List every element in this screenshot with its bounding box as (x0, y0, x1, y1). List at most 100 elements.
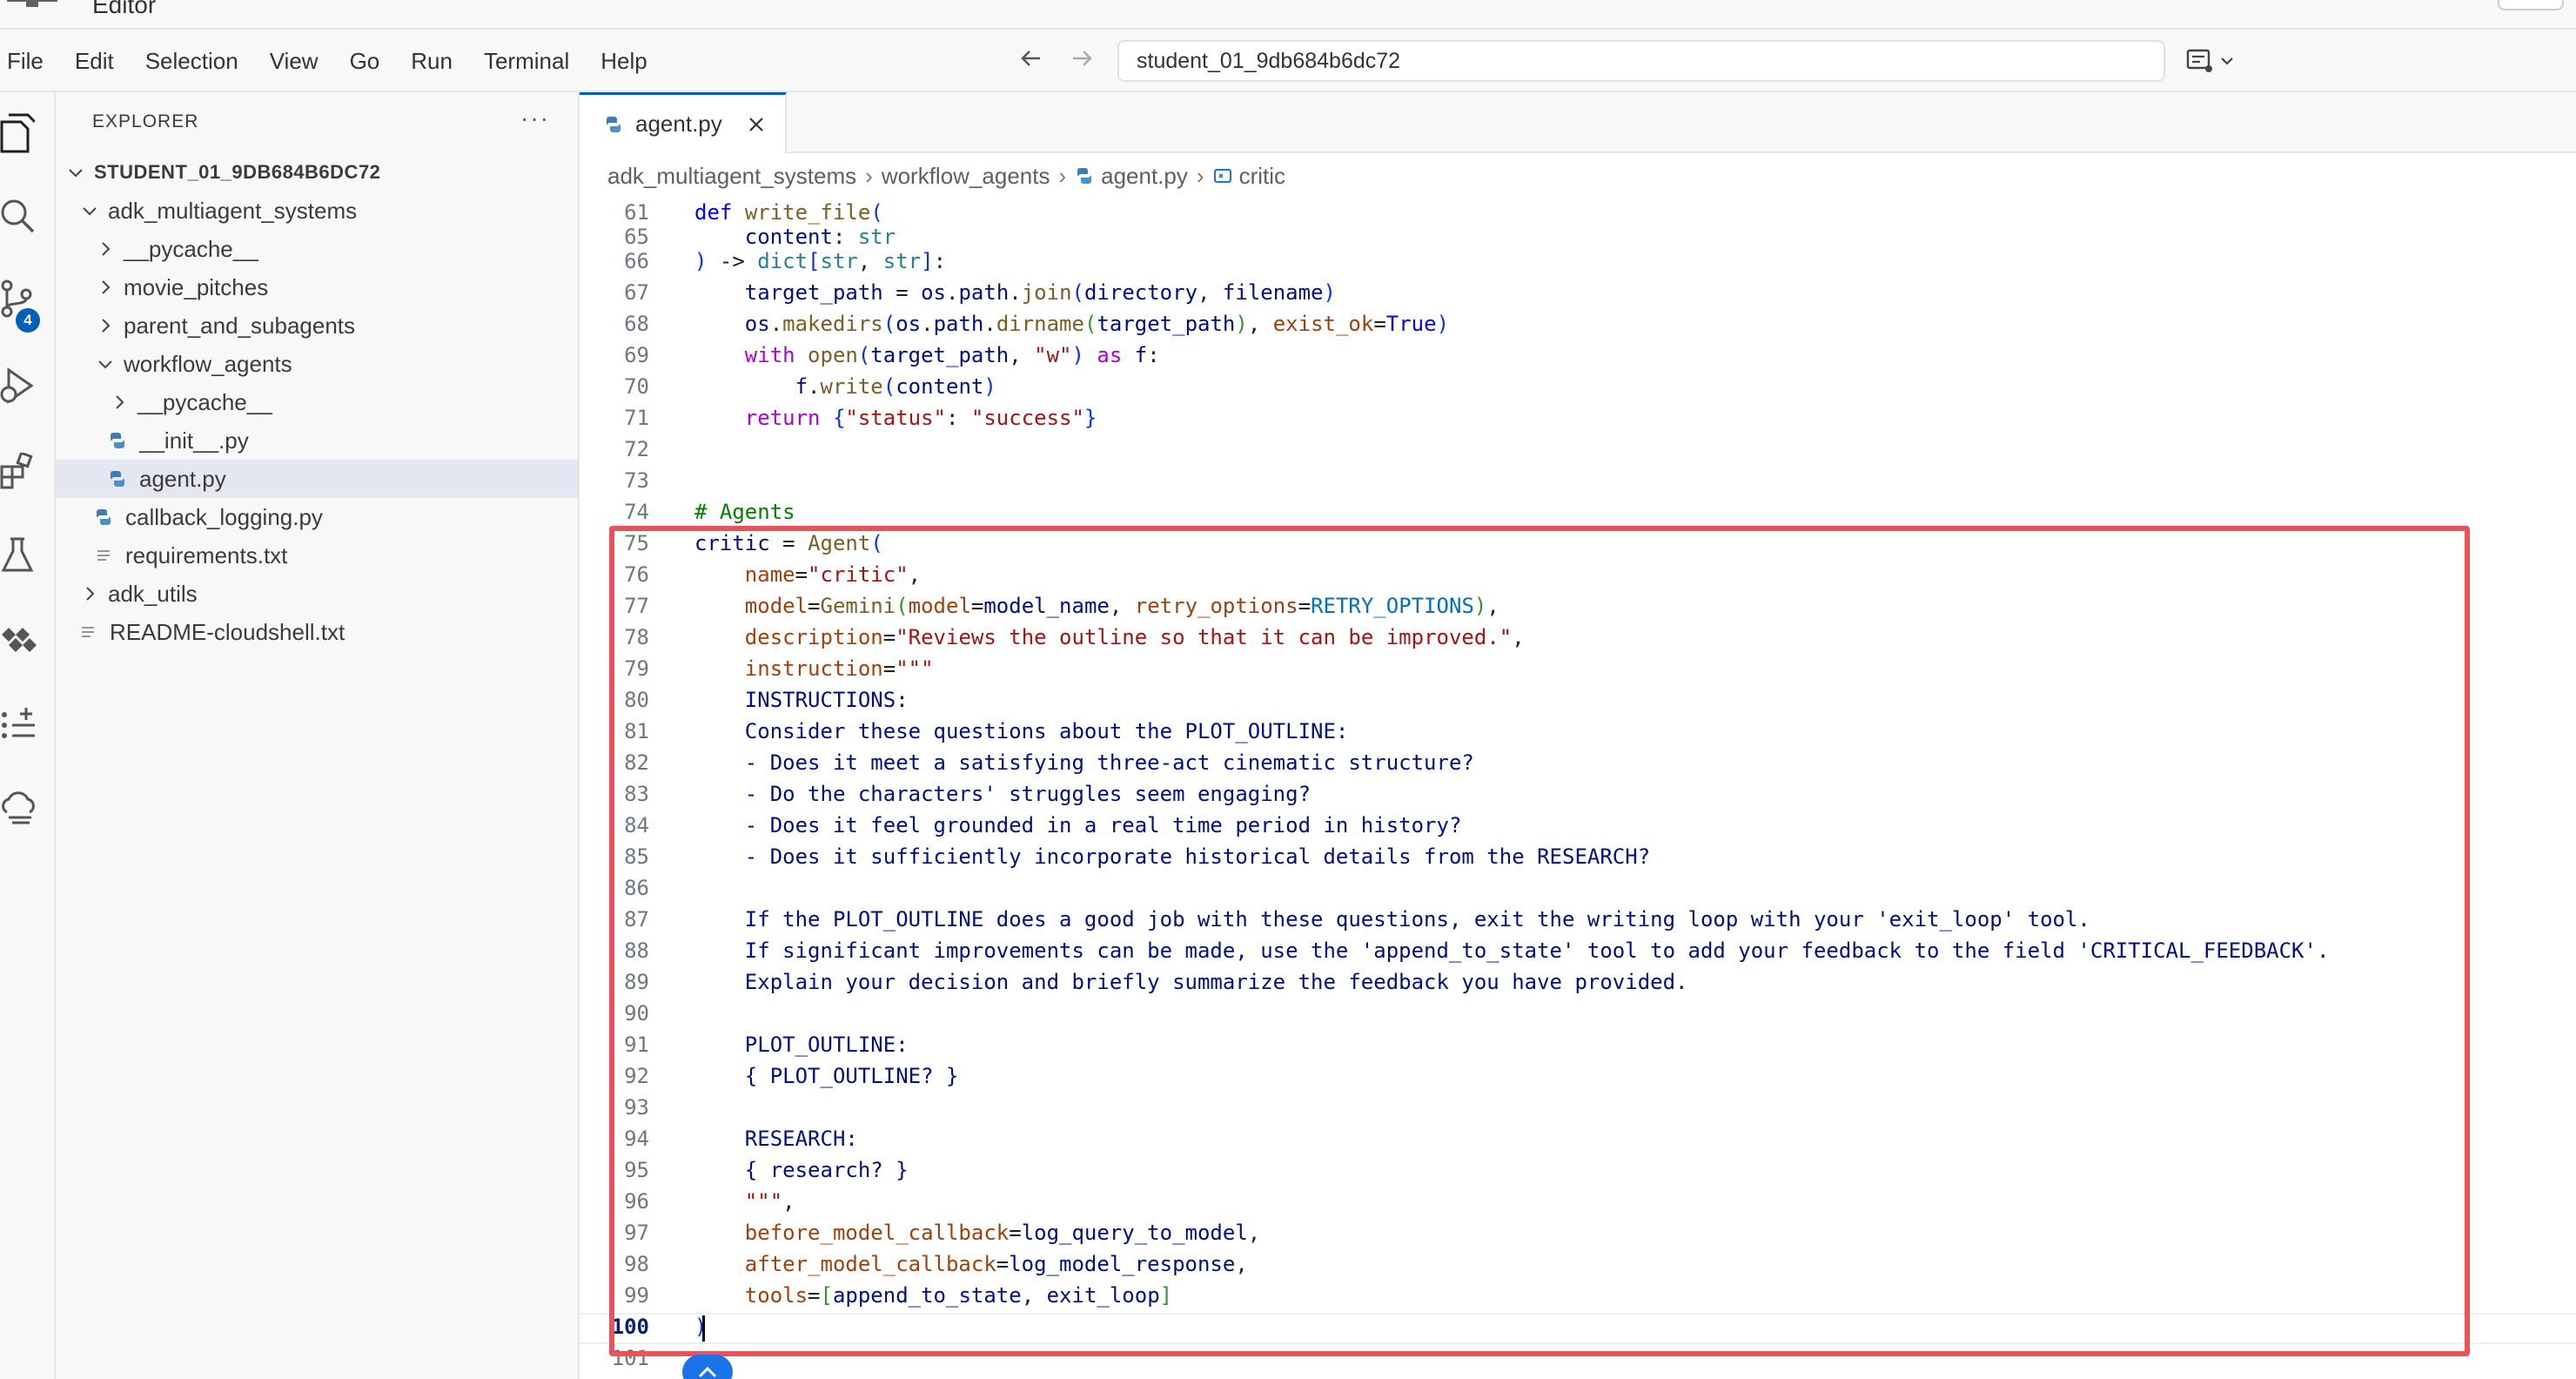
tree-item-agent-py[interactable]: agent.py (56, 460, 578, 498)
code-line: 90 (580, 998, 2576, 1029)
menu-run[interactable]: Run (395, 45, 468, 77)
python-file-icon (604, 115, 623, 134)
menu-help[interactable]: Help (585, 45, 662, 77)
code-line: 74 # Agents (580, 496, 2576, 528)
chevron-down-icon (2221, 57, 2233, 65)
tree-item-callback-logging-py[interactable]: callback_logging.py (56, 498, 578, 536)
forward-arrow-icon[interactable] (1067, 44, 1097, 73)
code-text: after_model_callback=log_model_response, (744, 1252, 1248, 1276)
close-icon[interactable] (745, 113, 768, 136)
menu-view[interactable]: View (254, 45, 334, 77)
tree-item-workflow-pycache[interactable]: __pycache__ (56, 383, 578, 421)
line-number: 82 (624, 750, 649, 775)
chevron-right-icon (78, 582, 101, 605)
current-line-highlight (580, 1313, 2576, 1344)
app-title: Editor (92, 0, 157, 18)
menu-selection[interactable]: Selection (130, 45, 254, 77)
chevron-right-icon: › (1058, 162, 1067, 189)
breadcrumb-folder[interactable]: workflow_agents (882, 163, 1050, 190)
line-number: 80 (624, 688, 649, 712)
line-number: 71 (624, 406, 649, 430)
text-cursor (702, 1315, 705, 1342)
extensions-icon[interactable] (0, 449, 38, 493)
line-number: 88 (624, 938, 649, 963)
chevron-down-icon (78, 199, 101, 222)
editor-tabs: agent.py (580, 92, 2576, 153)
explorer-files-icon[interactable] (0, 111, 38, 155)
search-icon[interactable] (0, 195, 38, 239)
cloud-code-icon[interactable] (0, 618, 38, 662)
source-control-icon[interactable]: 4 (0, 277, 40, 333)
tree-item-label: parent_and_subagents (124, 312, 356, 339)
task-list-icon[interactable] (0, 702, 38, 745)
tree-item-label: requirements.txt (125, 542, 288, 568)
menu-go[interactable]: Go (334, 45, 396, 77)
code-line: 71 return {"status": "success"} (580, 402, 2576, 434)
tree-item-parent-and-subagents[interactable]: parent_and_subagents (56, 306, 578, 345)
tree-item-label: README-cloudshell.txt (110, 618, 345, 645)
line-number: 94 (624, 1127, 649, 1151)
breadcrumb-file[interactable]: agent.py (1101, 163, 1188, 190)
tree-item-label: __pycache__ (138, 388, 272, 415)
tree-item-label: callback_logging.py (125, 503, 323, 530)
tab-agent-py[interactable]: agent.py (580, 92, 787, 153)
code-text: - Does it feel grounded in a real time p… (744, 813, 1462, 837)
code-text: - Do the characters' struggles seem enga… (744, 782, 1311, 806)
tree-item-pycache[interactable]: __pycache__ (56, 230, 578, 268)
menu-bar: File Edit Selection View Go Run Terminal… (0, 30, 2576, 92)
tree-item-init-py[interactable]: __init__.py (56, 421, 578, 460)
breadcrumb-folder[interactable]: adk_multiagent_systems (607, 163, 856, 190)
cloud-deploy-icon[interactable] (0, 785, 38, 829)
code-line: 85 - Does it sufficiently incorporate hi… (580, 841, 2576, 872)
python-file-icon (108, 431, 127, 450)
line-number: 95 (624, 1158, 649, 1182)
code-text: os.makedirs(os.path.dirname(target_path)… (744, 312, 1450, 336)
code-text: return {"status": "success"} (744, 406, 1097, 430)
python-file-icon (94, 508, 113, 527)
line-number: 69 (624, 343, 649, 367)
code-line: 66) -> dict[str, str]: (580, 246, 2576, 277)
line-number: 79 (624, 656, 649, 681)
code-line: 87 If the PLOT_OUTLINE does a good job w… (580, 904, 2576, 935)
tree-item-adk-utils[interactable]: adk_utils (56, 575, 578, 613)
code-line: 73 (580, 465, 2576, 496)
code-text: instruction=""" (744, 656, 934, 681)
tree-item-workflow-agents[interactable]: workflow_agents (56, 345, 578, 383)
breadcrumb-symbol[interactable]: critic (1239, 163, 1285, 190)
command-center-input[interactable]: student_01_9db684b6dc72 (1117, 40, 2165, 82)
text-file-icon (78, 622, 97, 642)
menu-edit[interactable]: Edit (59, 45, 130, 77)
explorer-root-folder[interactable]: STUDENT_01_9DB684B6DC72 (56, 153, 578, 192)
line-number: 93 (624, 1095, 649, 1120)
code-text: with open(target_path, "w") as f: (744, 343, 1160, 367)
title-bar: Editor (0, 0, 2576, 30)
layout-control-button[interactable] (2186, 44, 2247, 78)
more-actions-icon[interactable]: ··· (520, 104, 550, 132)
tree-item-label: __pycache__ (124, 235, 258, 262)
code-text: before_model_callback=log_query_to_model… (744, 1221, 1261, 1245)
menu-file[interactable]: File (0, 45, 59, 77)
testing-flask-icon[interactable] (0, 533, 38, 576)
tree-item-requirements-txt[interactable]: requirements.txt (56, 536, 578, 575)
run-debug-icon[interactable] (0, 364, 38, 407)
tree-item-readme-cloudshell[interactable]: README-cloudshell.txt (56, 613, 578, 651)
code-text: description="Reviews the outline so that… (744, 625, 1525, 649)
tree-item-adk-multiagent-systems[interactable]: adk_multiagent_systems (56, 192, 578, 230)
code-line: 92 { PLOT_OUTLINE? } (580, 1060, 2576, 1092)
tree-item-movie-pitches[interactable]: movie_pitches (56, 268, 578, 306)
activity-bar: 4 (0, 92, 56, 1379)
tree-item-label: movie_pitches (124, 273, 269, 300)
code-text: Consider these questions about the PLOT_… (744, 719, 1349, 743)
window-control-button[interactable] (2498, 0, 2564, 10)
code-text: model=Gemini(model=model_name, retry_opt… (744, 594, 1499, 618)
scroll-up-button[interactable] (682, 1355, 733, 1379)
chevron-right-icon (94, 276, 117, 299)
code-text: RESEARCH: (744, 1127, 858, 1151)
line-number: 78 (624, 625, 649, 649)
tree-item-label: adk_utils (108, 580, 198, 607)
menu-terminal[interactable]: Terminal (468, 45, 585, 77)
code-line: 96 """, (580, 1186, 2576, 1217)
code-line: 82 - Does it meet a satisfying three-act… (580, 747, 2576, 778)
back-arrow-icon[interactable] (1016, 44, 1046, 73)
code-line: 67 target_path = os.path.join(directory,… (580, 277, 2576, 308)
